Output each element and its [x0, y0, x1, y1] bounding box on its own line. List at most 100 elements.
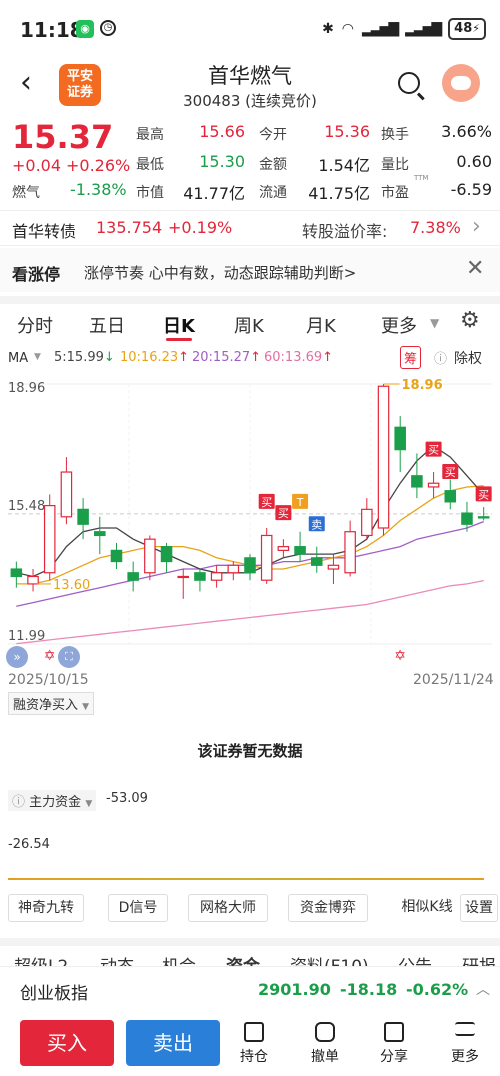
- wechat-icon: ◉: [76, 20, 94, 38]
- quote-value: -6.59: [450, 180, 492, 199]
- candle-body: [210, 572, 223, 581]
- candle-body: [227, 564, 240, 574]
- gear-icon[interactable]: ⚙: [460, 308, 480, 333]
- ex-right-button[interactable]: 除权: [454, 348, 482, 368]
- tab-research[interactable]: 研报: [462, 952, 496, 966]
- ma-legend[interactable]: MA ▼ 5:15.99↓ 10:16.23↑ 20:15.27↑ 60:13.…: [0, 342, 500, 374]
- search-icon[interactable]: [398, 72, 420, 94]
- section-tabs: 超级L2 动态 机会 资金 资料(F10) 公告 研报: [0, 938, 500, 966]
- holdings-icon: [244, 1022, 264, 1042]
- quote-value: 15.36: [324, 122, 370, 141]
- tab-capital[interactable]: 资金: [226, 952, 260, 966]
- tab-super-l2[interactable]: 超级L2: [14, 952, 68, 966]
- tool-magic-nine[interactable]: 神奇九转: [8, 894, 84, 922]
- tool-d-signal[interactable]: D信号: [108, 894, 168, 922]
- cb-name: 首华转债: [12, 222, 77, 241]
- buy-button[interactable]: 买入: [20, 1020, 114, 1066]
- quote-value: 1.54亿: [318, 156, 370, 175]
- candle-body: [60, 471, 73, 518]
- candle-body: [411, 475, 423, 488]
- alarm-icon: ◷: [100, 20, 116, 36]
- candle-body: [244, 557, 256, 574]
- quote-label: 最低: [136, 157, 164, 173]
- quote-value: 0.60: [456, 152, 492, 171]
- capital-selector[interactable]: ⓘ 主力资金 ▼: [8, 790, 97, 811]
- star-icon: ✡: [44, 648, 56, 664]
- info-icon: ⓘ: [434, 352, 448, 367]
- chip-button[interactable]: 筹: [400, 346, 422, 369]
- quote-label: 流通: [259, 185, 287, 201]
- quote-value: 15.30: [199, 152, 245, 171]
- ma10-value: 10:16.23↑: [120, 350, 190, 365]
- candle-body: [427, 482, 440, 488]
- candle-body: [377, 385, 390, 529]
- tool-row: 神奇九转 D信号 网格大师 资金博弈 相似K线 设置: [0, 892, 500, 928]
- cb-premium-value: 7.38%: [410, 218, 461, 237]
- tab-daily-k[interactable]: 日K: [163, 312, 195, 338]
- quote-label: 金额: [259, 157, 287, 173]
- candle-body: [310, 557, 323, 566]
- price-change-pct: +0.26%: [66, 156, 131, 175]
- tab-five-day[interactable]: 五日: [89, 312, 125, 338]
- candle-body: [277, 546, 290, 551]
- ttm-label: TTM: [414, 174, 429, 182]
- caret-down-icon[interactable]: ▼: [430, 316, 439, 330]
- active-tab-indicator: [166, 338, 192, 341]
- tab-weekly-k[interactable]: 周K: [234, 312, 264, 338]
- more-button[interactable]: 更多: [442, 1022, 488, 1066]
- sector-label[interactable]: 燃气: [12, 182, 40, 202]
- share-icon: [384, 1022, 404, 1042]
- candle-body: [27, 575, 39, 585]
- hold-button[interactable]: 持仓: [231, 1022, 277, 1066]
- candle-body: [327, 564, 340, 570]
- quote-value: 41.75亿: [308, 184, 370, 203]
- y-tick-label: 18.96: [8, 381, 45, 396]
- low-label: 13.60: [53, 578, 90, 593]
- close-icon[interactable]: ✕: [466, 256, 484, 281]
- cancel-order-button[interactable]: 撤单: [302, 1022, 348, 1066]
- ad-text: 涨停节奏 心中有数，动态跟踪辅助判断>: [84, 264, 357, 282]
- index-bar[interactable]: 创业板指 2901.90 -18.18 -0.62% ︿: [0, 966, 500, 1012]
- high-label: 18.96: [402, 378, 443, 393]
- sell-button[interactable]: 卖出: [126, 1020, 220, 1066]
- tab-opportunity[interactable]: 机会: [162, 952, 196, 966]
- quote-label: 换手: [381, 127, 409, 143]
- kline-chart[interactable]: 18.96 15.48 11.99 18.96 13.60 买买 T 卖买买买 ✡ ✡ 2025/…: [0, 374, 500, 694]
- candle-body: [10, 568, 23, 578]
- quote-value: 41.77亿: [183, 184, 245, 203]
- tool-similar-k[interactable]: 相似K线: [396, 894, 458, 922]
- avatar[interactable]: [442, 64, 480, 102]
- tab-monthly-k[interactable]: 月K: [306, 312, 336, 338]
- ma60-value: 60:13.69↑: [264, 350, 334, 365]
- signal-label: 买: [478, 488, 489, 501]
- expand-icon[interactable]: »: [6, 646, 28, 668]
- convertible-bond-row[interactable]: 首华转债 135.754 +0.19% 转股溢价率: 7.38% ›: [0, 210, 500, 246]
- signal-label: 买: [445, 466, 456, 479]
- caret-down-icon: ▼: [34, 352, 41, 362]
- index-change-pct: -0.62%: [406, 980, 469, 999]
- bluetooth-icon: ✱: [322, 21, 334, 37]
- y-tick-label: 15.48: [8, 499, 45, 514]
- candle-body: [394, 426, 406, 451]
- tab-intraday[interactable]: 分时: [17, 312, 53, 338]
- tab-news[interactable]: 动态: [100, 952, 134, 966]
- candle-body: [344, 531, 356, 574]
- kline-svg: 18.9615.4811.9918.9613.60买买T卖买买买✡ ✡: [8, 378, 492, 664]
- candle-body: [444, 490, 457, 503]
- tab-announcement[interactable]: 公告: [398, 952, 432, 966]
- ma5-value: 5:15.99↓: [54, 350, 115, 365]
- indicator-selector[interactable]: 融资净买入 ▼: [8, 692, 95, 715]
- fullscreen-icon[interactable]: ⛶: [58, 646, 80, 668]
- tab-more[interactable]: 更多: [381, 312, 417, 338]
- ad-banner[interactable]: 看涨停 涨停节奏 心中有数，动态跟踪辅助判断> ✕: [0, 248, 500, 292]
- candle-body: [110, 549, 123, 563]
- candle-body: [477, 516, 490, 519]
- battery-level: 48: [454, 21, 473, 36]
- tab-f10[interactable]: 资料(F10): [290, 952, 369, 966]
- y-tick-label: 11.99: [8, 629, 45, 644]
- candle-body: [94, 531, 106, 537]
- share-button[interactable]: 分享: [371, 1022, 417, 1066]
- tool-capital-game[interactable]: 资金博弈: [288, 894, 368, 922]
- tool-settings[interactable]: 设置: [460, 894, 498, 922]
- tool-grid-master[interactable]: 网格大师: [188, 894, 268, 922]
